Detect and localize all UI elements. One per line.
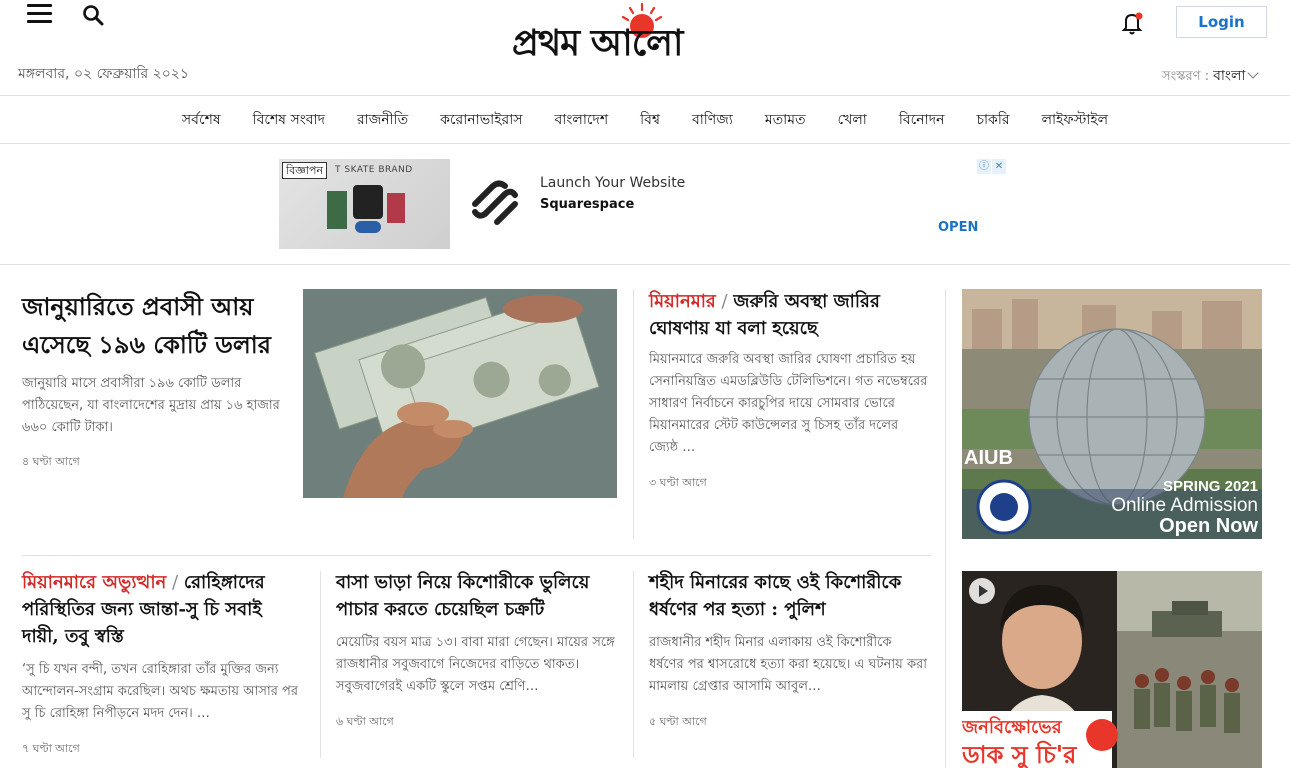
ad-label: বিজ্ঞাপন bbox=[282, 162, 328, 179]
nav-item-latest[interactable]: সর্বশেষ bbox=[166, 108, 237, 132]
bell-icon[interactable] bbox=[1120, 10, 1146, 36]
aiub-ad[interactable]: AIUB SPRING 2021 Online Admission Open N… bbox=[962, 289, 1262, 539]
dollar-bills-image bbox=[303, 289, 617, 498]
aiub-line2: Open Now bbox=[1159, 515, 1258, 537]
nav-item-opinion[interactable]: মতামত bbox=[749, 108, 822, 132]
squarespace-logo-icon bbox=[472, 180, 518, 225]
aiub-brand: AIUB bbox=[964, 447, 1013, 469]
nav-item-lifestyle[interactable]: লাইফস্টাইল bbox=[1026, 108, 1125, 132]
edition-label: সংস্করণ : bbox=[1162, 69, 1210, 84]
edition-selector[interactable]: সংস্করণ : বাংলা bbox=[1162, 64, 1260, 88]
nav-item-jobs[interactable]: চাকরি bbox=[960, 108, 1025, 132]
lead-headline[interactable]: জানুয়ারিতে প্রবাসী আয় এসেছে ১৯৬ কোটি ড… bbox=[22, 288, 284, 364]
ad-choices[interactable]: ⓘ ✕ bbox=[977, 159, 1007, 174]
ad-close-icon[interactable]: ✕ bbox=[992, 159, 1006, 174]
play-icon[interactable] bbox=[968, 577, 996, 605]
ad-info-icon[interactable]: ⓘ bbox=[977, 159, 991, 174]
site-logo[interactable]: প্রথম আলো bbox=[508, 2, 780, 70]
rohingya-summary: ‘সু চি যখন বন্দী, তখন রোহিঙ্গারা তাঁর মু… bbox=[22, 662, 298, 721]
shaheed-time: ৫ ঘণ্টা আগে bbox=[649, 715, 707, 728]
teen-story[interactable]: বাসা ভাড়া নিয়ে কিশোরীকে ভুলিয়ে পাচার … bbox=[336, 569, 616, 732]
main-nav: সর্বশেষ বিশেষ সংবাদ রাজনীতি করোনাভাইরাস … bbox=[0, 95, 1290, 144]
chevron-down-icon bbox=[1247, 67, 1260, 79]
video-promo[interactable]: জনবিক্ষোভের ডাক সু চি'র bbox=[962, 571, 1262, 768]
current-date: মঙ্গলবার, ০২ ফেব্রুয়ারি ২০২১ bbox=[18, 66, 189, 82]
ad-banner[interactable]: T SKATE BRAND বিজ্ঞাপন Launch Your Websi… bbox=[0, 145, 1290, 265]
rohingya-kicker[interactable]: মিয়ানমারে অভ্যুত্থান bbox=[22, 572, 166, 593]
shaheed-headline[interactable]: শহীদ মিনারের কাছে ওই কিশোরীকে ধর্ষণের পর… bbox=[649, 569, 929, 623]
rohingya-time: ৭ ঘণ্টা আগে bbox=[22, 742, 80, 755]
menu-icon[interactable] bbox=[27, 4, 52, 24]
myanmar-kicker[interactable]: মিয়ানমার bbox=[649, 291, 716, 312]
nav-item-business[interactable]: বাণিজ্য bbox=[676, 108, 749, 132]
nav-item-sports[interactable]: খেলা bbox=[822, 108, 883, 132]
shaheed-story[interactable]: শহীদ মিনারের কাছে ওই কিশোরীকে ধর্ষণের পর… bbox=[649, 569, 929, 732]
rohingya-story[interactable]: মিয়ানমারে অভ্যুত্থান / রোহিঙ্গাদের পরিস… bbox=[22, 569, 304, 759]
nav-item-bangladesh[interactable]: বাংলাদেশ bbox=[539, 108, 625, 132]
myanmar-story[interactable]: মিয়ানমার / জরুরি অবস্থা জারির ঘোষণায় য… bbox=[649, 288, 929, 493]
edition-value: বাংলা bbox=[1213, 68, 1246, 84]
ad-image-text: T SKATE BRAND bbox=[335, 165, 413, 175]
myanmar-summary: মিয়ানমারে জরুরি অবস্থা জারির ঘোষণা প্রচ… bbox=[649, 352, 928, 455]
nav-item-corona[interactable]: করোনাভাইরাস bbox=[424, 108, 538, 132]
ad-headline[interactable]: Launch Your Website bbox=[540, 175, 685, 191]
lead-time: ৪ ঘণ্টা আগে bbox=[22, 455, 80, 468]
rohingya-headline[interactable]: মিয়ানমারে অভ্যুত্থান / রোহিঙ্গাদের পরিস… bbox=[22, 569, 304, 650]
myanmar-headline[interactable]: মিয়ানমার / জরুরি অবস্থা জারির ঘোষণায় য… bbox=[649, 288, 929, 342]
promo-caption-line2: ডাক সু চি'র bbox=[962, 740, 1077, 768]
nav-item-politics[interactable]: রাজনীতি bbox=[341, 108, 424, 132]
teen-summary: মেয়েটির বয়স মাত্র ১৩। বাবা মারা গেছেন।… bbox=[336, 635, 615, 694]
shaheed-summary: রাজধানীর শহীদ মিনার এলাকায় ওই কিশোরীকে … bbox=[649, 635, 927, 694]
nav-item-special[interactable]: বিশেষ সংবাদ bbox=[237, 108, 341, 132]
lead-image[interactable] bbox=[303, 289, 617, 498]
search-icon[interactable] bbox=[82, 4, 104, 26]
ad-advertiser[interactable]: Squarespace bbox=[540, 197, 634, 212]
nav-item-entertainment[interactable]: বিনোদন bbox=[883, 108, 961, 132]
ad-open-button[interactable]: OPEN bbox=[938, 220, 978, 235]
lead-summary: জানুয়ারি মাসে প্রবাসীরা ১৯৬ কোটি ডলার প… bbox=[22, 376, 280, 435]
myanmar-time: ৩ ঘণ্টা আগে bbox=[649, 476, 707, 489]
lead-story[interactable]: জানুয়ারিতে প্রবাসী আয় এসেছে ১৯৬ কোটি ড… bbox=[22, 288, 284, 472]
teen-time: ৬ ঘণ্টা আগে bbox=[336, 715, 394, 728]
logo-wordmark: প্রথম আলো bbox=[512, 22, 683, 64]
aiub-season: SPRING 2021 bbox=[1162, 478, 1258, 495]
teen-headline[interactable]: বাসা ভাড়া নিয়ে কিশোরীকে ভুলিয়ে পাচার … bbox=[336, 569, 616, 623]
aiub-line1: Online Admission bbox=[1111, 495, 1258, 516]
nav-item-world[interactable]: বিশ্ব bbox=[624, 108, 676, 132]
site-header: মঙ্গলবার, ০২ ফেব্রুয়ারি ২০২১ প্রথম আলো … bbox=[0, 0, 1290, 96]
login-button[interactable]: Login bbox=[1176, 6, 1267, 38]
